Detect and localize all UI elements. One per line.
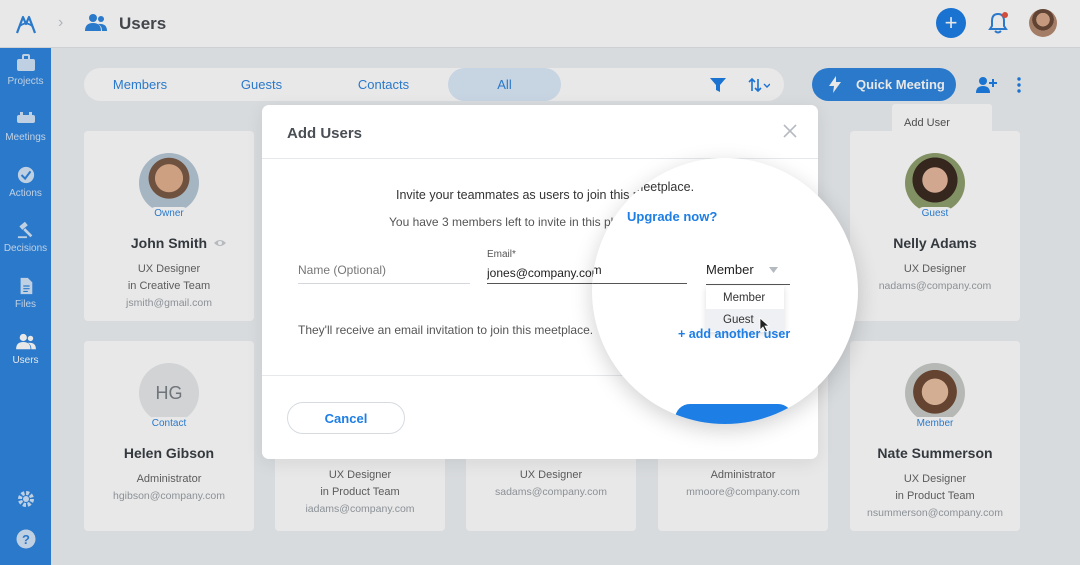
zoom-magnifier: Invite your teammates as users to join t…	[592, 158, 858, 424]
invitation-note: They'll receive an email invitation to j…	[298, 323, 594, 337]
dialog-title: Add Users	[287, 125, 363, 142]
role-dropdown: Member Guest	[706, 286, 784, 332]
name-input[interactable]	[298, 257, 470, 284]
email-label: Email*	[487, 249, 516, 260]
send-invite-button[interactable]	[675, 404, 793, 424]
invite-text: Invite your teammates as users to join t…	[592, 180, 695, 194]
close-icon[interactable]	[783, 124, 797, 138]
upgrade-link[interactable]: Upgrade now?	[627, 209, 717, 224]
cancel-button[interactable]: Cancel	[287, 402, 405, 434]
chevron-down-icon	[769, 267, 778, 273]
role-option-member[interactable]: Member	[706, 287, 784, 309]
mouse-cursor-icon	[759, 317, 771, 333]
role-select-value: Member	[706, 262, 754, 277]
add-another-user-link[interactable]: + add another user	[678, 327, 790, 341]
email-value: jones@company.com	[592, 263, 602, 277]
members-left-text: You have 3 members left to invite in thi…	[389, 215, 631, 229]
role-select[interactable]: Member	[706, 261, 790, 285]
email-underline	[592, 283, 687, 284]
